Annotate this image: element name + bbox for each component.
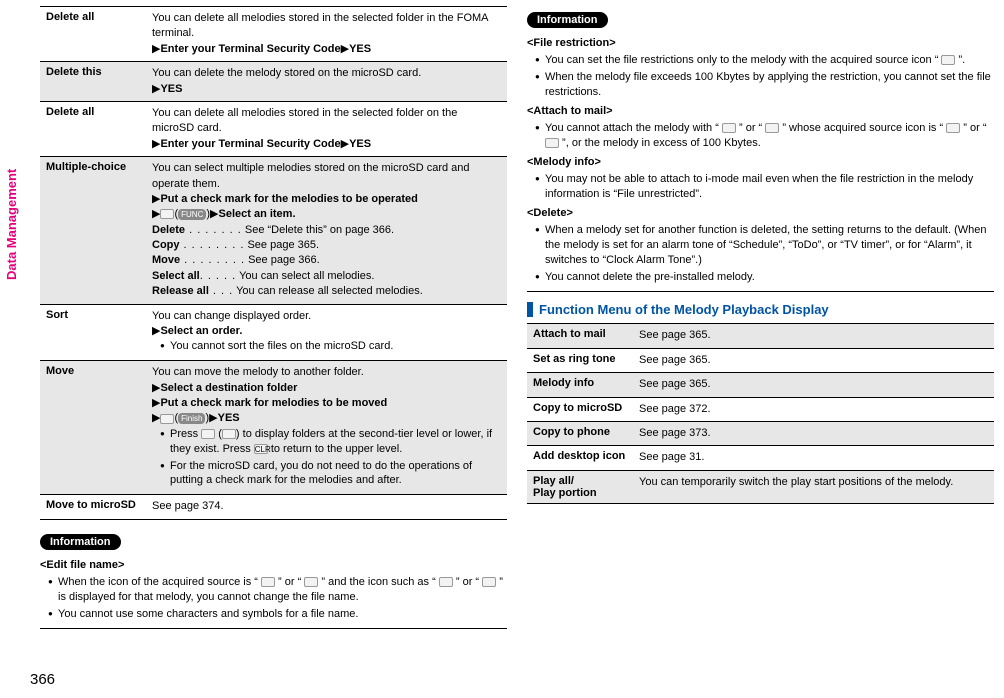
row-body: See page 365. xyxy=(633,348,994,372)
info-bullet: When the icon of the acquired source is … xyxy=(48,575,507,605)
table-row: SortYou can change displayed order.▶Sele… xyxy=(40,304,507,361)
row-body: See page 374. xyxy=(146,495,507,519)
row-label: Copy to microSD xyxy=(527,397,633,421)
info-bullet: You cannot attach the melody with “ ” or… xyxy=(535,121,994,151)
info-bullet-list: You can set the file restrictions only t… xyxy=(527,53,994,100)
row-body: See page 372. xyxy=(633,397,994,421)
row-body: You can delete all melodies stored in th… xyxy=(146,7,507,62)
row-label: Set as ring tone xyxy=(527,348,633,372)
table-row: Attach to mailSee page 365. xyxy=(527,324,994,348)
info-section-heading: <Edit file name> xyxy=(40,558,507,573)
info-header-left: Information xyxy=(40,534,121,550)
row-label: Sort xyxy=(40,304,146,361)
row-body: You can move the melody to another folde… xyxy=(146,361,507,495)
row-body: You can select multiple melodies stored … xyxy=(146,157,507,305)
info-section-heading: <File restriction> xyxy=(527,36,994,51)
row-label: Delete all xyxy=(40,7,146,62)
info-section-heading: <Attach to mail> xyxy=(527,104,994,119)
info-bullet: You cannot delete the pre-installed melo… xyxy=(535,270,994,285)
info-body-right: <File restriction> You can set the file r… xyxy=(527,36,994,285)
info-bullet-list: When the icon of the acquired source is … xyxy=(40,575,507,622)
right-column: Information <File restriction> You can se… xyxy=(527,6,994,629)
info-section-heading: <Melody info> xyxy=(527,155,994,170)
page-number: 366 xyxy=(30,671,55,688)
info-bullet: You cannot use some characters and symbo… xyxy=(48,607,507,622)
row-label: Move xyxy=(40,361,146,495)
row-label: Copy to phone xyxy=(527,422,633,446)
info-bullet: When the melody file exceeds 100 Kbytes … xyxy=(535,70,994,100)
table-row: Multiple-choiceYou can select multiple m… xyxy=(40,157,507,305)
table-row: Add desktop iconSee page 31. xyxy=(527,446,994,470)
row-body: You can delete all melodies stored in th… xyxy=(146,101,507,156)
table-row: Delete allYou can delete all melodies st… xyxy=(40,7,507,62)
row-label: Play all/Play portion xyxy=(527,470,633,503)
row-body: See page 373. xyxy=(633,422,994,446)
side-tab: Data Management xyxy=(4,169,19,280)
row-body: You can change displayed order.▶Select a… xyxy=(146,304,507,361)
row-label: Multiple-choice xyxy=(40,157,146,305)
table-row: Copy to microSDSee page 372. xyxy=(527,397,994,421)
row-label: Melody info xyxy=(527,373,633,397)
info-bullet: When a melody set for another function i… xyxy=(535,223,994,268)
table-row: Melody infoSee page 365. xyxy=(527,373,994,397)
row-body: See page 365. xyxy=(633,324,994,348)
table-row: Set as ring toneSee page 365. xyxy=(527,348,994,372)
table-row: Copy to phoneSee page 373. xyxy=(527,422,994,446)
row-body: See page 31. xyxy=(633,446,994,470)
info-bullet-list: You cannot attach the melody with “ ” or… xyxy=(527,121,994,151)
table-row: MoveYou can move the melody to another f… xyxy=(40,361,507,495)
left-column: Delete allYou can delete all melodies st… xyxy=(40,6,507,629)
info-section-heading: <Delete> xyxy=(527,206,994,221)
table-row: Move to microSDSee page 374. xyxy=(40,495,507,519)
operations-table-right: Attach to mailSee page 365.Set as ring t… xyxy=(527,323,994,503)
info-body-left: <Edit file name> When the icon of the acq… xyxy=(40,558,507,622)
info-bullet: You may not be able to attach to i-mode … xyxy=(535,172,994,202)
info-bullet: You can set the file restrictions only t… xyxy=(535,53,994,68)
operations-table-left: Delete allYou can delete all melodies st… xyxy=(40,6,507,520)
info-header-right: Information xyxy=(527,12,608,28)
info-bullet-list: When a melody set for another function i… xyxy=(527,223,994,284)
row-label: Delete all xyxy=(40,101,146,156)
function-menu-heading: Function Menu of the Melody Playback Dis… xyxy=(527,302,994,318)
row-label: Attach to mail xyxy=(527,324,633,348)
info-bullet-list: You may not be able to attach to i-mode … xyxy=(527,172,994,202)
table-row: Delete thisYou can delete the melody sto… xyxy=(40,62,507,102)
row-label: Delete this xyxy=(40,62,146,102)
table-row: Play all/Play portionYou can temporarily… xyxy=(527,470,994,503)
table-row: Delete allYou can delete all melodies st… xyxy=(40,101,507,156)
row-body: See page 365. xyxy=(633,373,994,397)
row-body: You can temporarily switch the play star… xyxy=(633,470,994,503)
row-label: Move to microSD xyxy=(40,495,146,519)
row-body: You can delete the melody stored on the … xyxy=(146,62,507,102)
row-label: Add desktop icon xyxy=(527,446,633,470)
